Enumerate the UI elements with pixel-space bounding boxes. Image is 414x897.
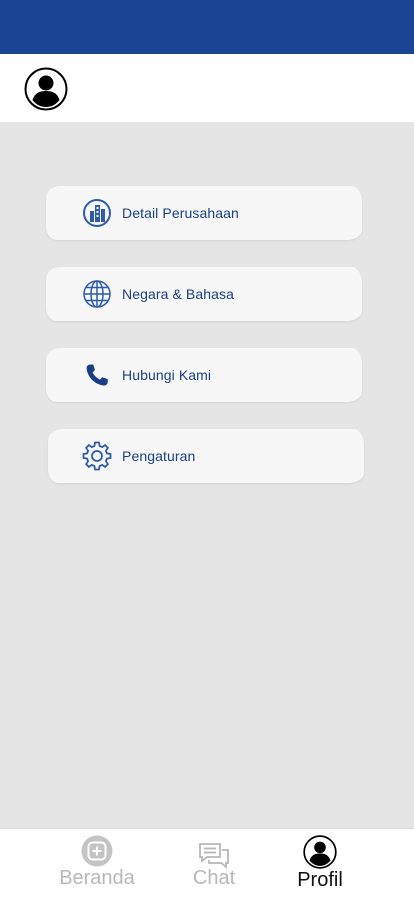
bottom-navigation: Beranda Chat Profil xyxy=(0,828,414,897)
user-circle-icon xyxy=(24,67,68,111)
profile-avatar[interactable] xyxy=(24,67,68,111)
menu-item-label: Negara & Bahasa xyxy=(122,286,235,302)
app-header xyxy=(0,54,414,122)
nav-label-chat: Chat xyxy=(192,867,236,889)
nav-tab-chat[interactable]: Chat xyxy=(176,829,252,897)
menu-item-settings[interactable]: Pengaturan xyxy=(48,429,364,483)
plus-badge-icon xyxy=(81,835,113,867)
menu-item-label: Detail Perusahaan xyxy=(122,205,239,221)
nav-tab-profil[interactable]: Profil xyxy=(282,829,358,897)
profile-content: Detail Perusahaan Negara & Bahasa Hubung… xyxy=(0,122,414,828)
menu-item-company-detail[interactable]: Detail Perusahaan xyxy=(46,186,362,240)
gear-icon xyxy=(82,441,112,471)
user-circle-icon xyxy=(303,835,337,869)
menu-item-label: Pengaturan xyxy=(122,448,196,464)
nav-tab-beranda[interactable]: Beranda xyxy=(52,829,142,897)
globe-icon xyxy=(83,280,111,308)
buildings-icon xyxy=(83,199,111,227)
nav-label-profil: Profil xyxy=(297,869,343,891)
menu-item-label: Hubungi Kami xyxy=(122,367,212,383)
status-bar xyxy=(0,0,414,54)
phone-icon xyxy=(86,364,108,386)
nav-label-beranda: Beranda xyxy=(59,867,135,889)
menu-item-country-language[interactable]: Negara & Bahasa xyxy=(46,267,362,321)
menu-item-contact-us[interactable]: Hubungi Kami xyxy=(46,348,362,402)
